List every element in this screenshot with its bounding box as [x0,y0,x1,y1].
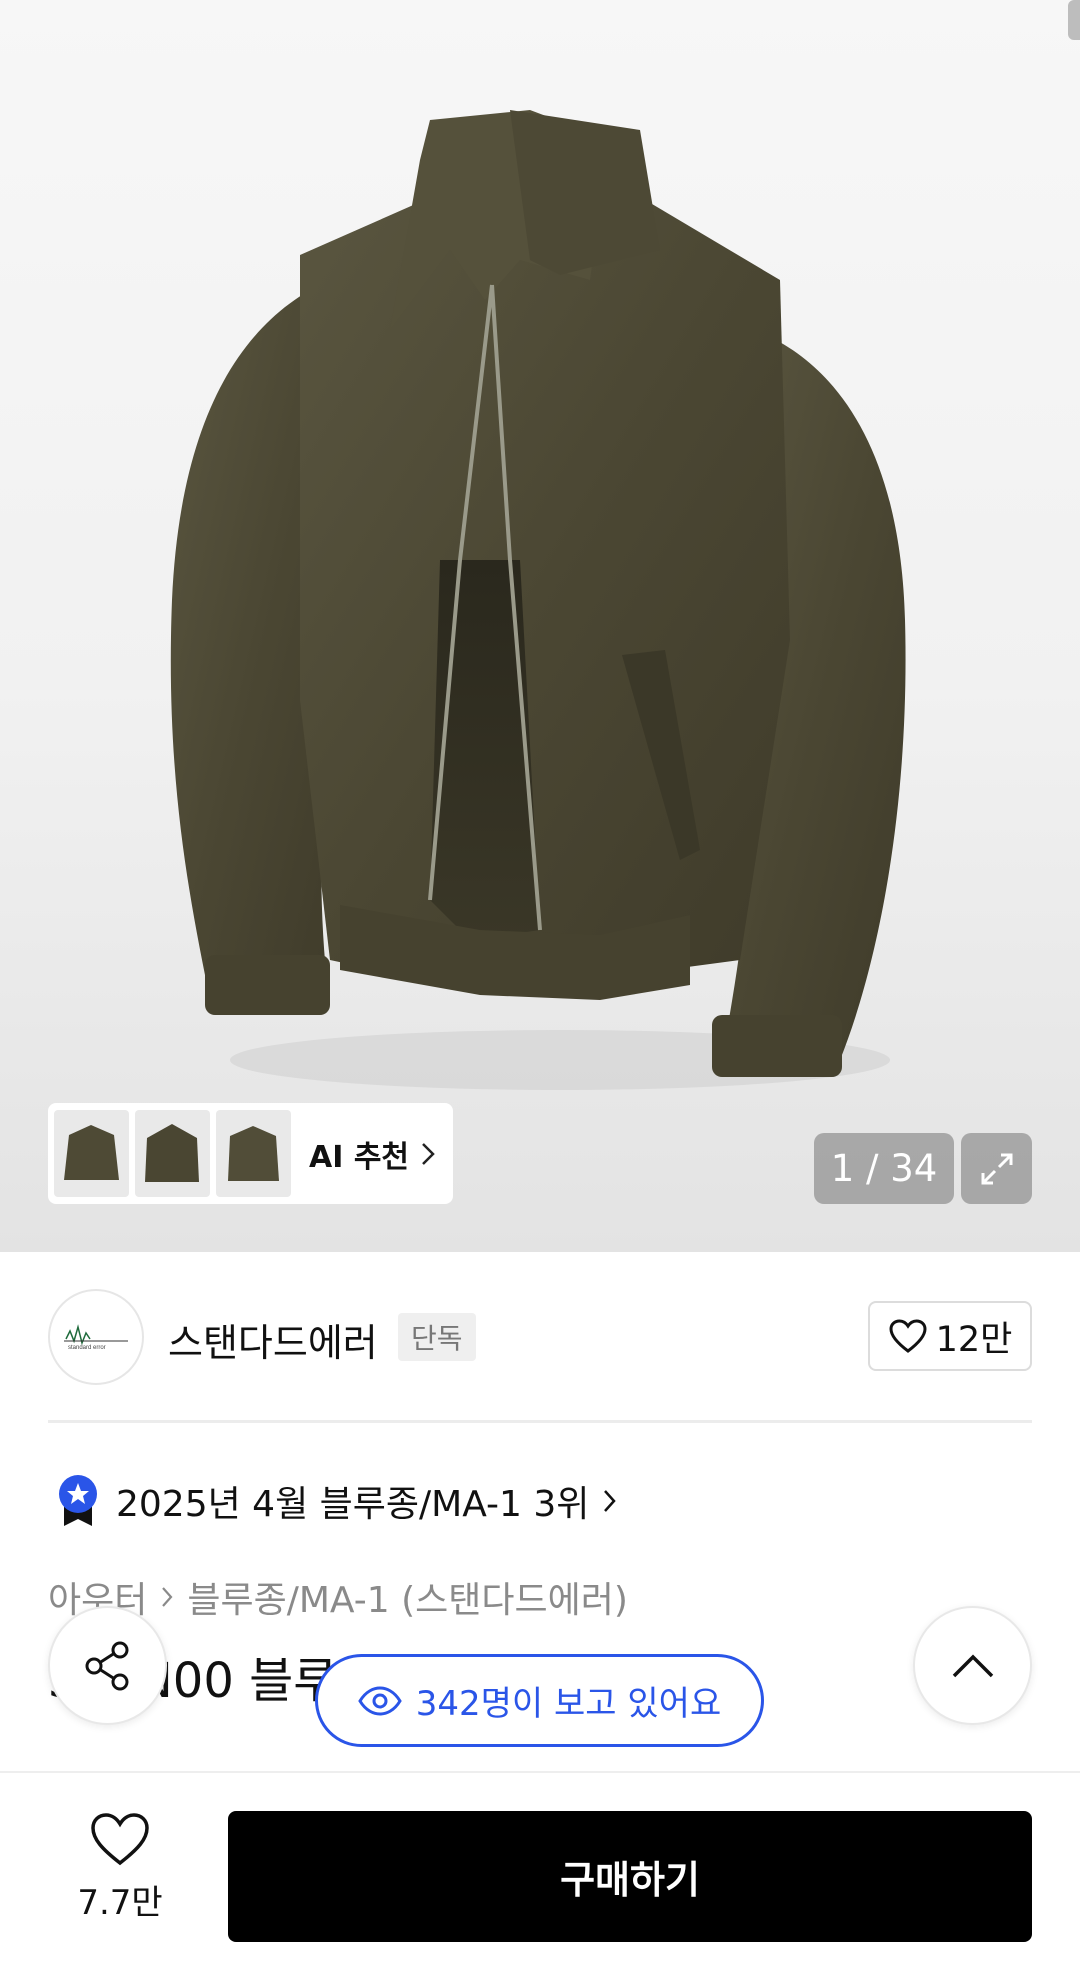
expand-icon [981,1153,1012,1184]
buy-button[interactable]: 구매하기 [228,1811,1032,1942]
image-counter: 1 / 34 [814,1133,954,1204]
thumbnail-2[interactable] [135,1110,210,1197]
share-button[interactable] [48,1606,167,1725]
ranking-link[interactable]: 2025년 4월 블루종/MA-1 3위 [56,1474,617,1528]
wishlist-count: 7.7만 [77,1883,163,1923]
thumbnail-1[interactable] [54,1110,129,1197]
breadcrumb-level2[interactable]: 블루종/MA-1 (스탠다드에러) [187,1571,628,1623]
chevron-up-icon [952,1654,993,1677]
product-photo [170,110,906,1090]
divider [48,1420,1032,1423]
heart-icon [91,1813,149,1866]
ranking-text: 2025년 4월 블루종/MA-1 3위 [116,1484,590,1525]
expand-button[interactable] [961,1133,1032,1204]
ai-recommend-label: AI 추천 [309,1139,410,1175]
wishlist-button[interactable]: 7.7만 [68,1811,172,1924]
brand-like-count: 12만 [935,1319,1013,1360]
share-icon [85,1641,128,1690]
scroll-top-button[interactable] [913,1606,1032,1725]
ai-recommend-panel[interactable]: AI 추천 [48,1103,453,1204]
brand-logo-mark: standard error [64,1324,128,1351]
viewers-badge: 342명이 보고 있어요 [315,1654,764,1747]
viewers-text: 342명이 보고 있어요 [415,1684,722,1724]
scroll-indicator[interactable] [1068,0,1080,40]
thumbnail-3[interactable] [216,1110,291,1197]
brand-like-button[interactable]: 12만 [868,1301,1032,1371]
brand-name[interactable]: 스탠다드에러 [168,1312,378,1367]
heart-icon [889,1319,927,1353]
product-image-gallery[interactable]: AI 추천 1 / 34 [0,0,1080,1252]
bottom-action-bar: 7.7만 구매하기 [0,1771,1080,1977]
ranking-badge-icon [59,1475,97,1526]
eye-icon [358,1685,402,1716]
chevron-right-icon [161,1586,173,1608]
brand-logo[interactable]: standard error [48,1289,144,1385]
chevron-right-icon [422,1142,435,1165]
svg-text:standard error: standard error [68,1345,106,1351]
exclusive-badge: 단독 [398,1313,476,1361]
chevron-right-icon [604,1490,617,1512]
